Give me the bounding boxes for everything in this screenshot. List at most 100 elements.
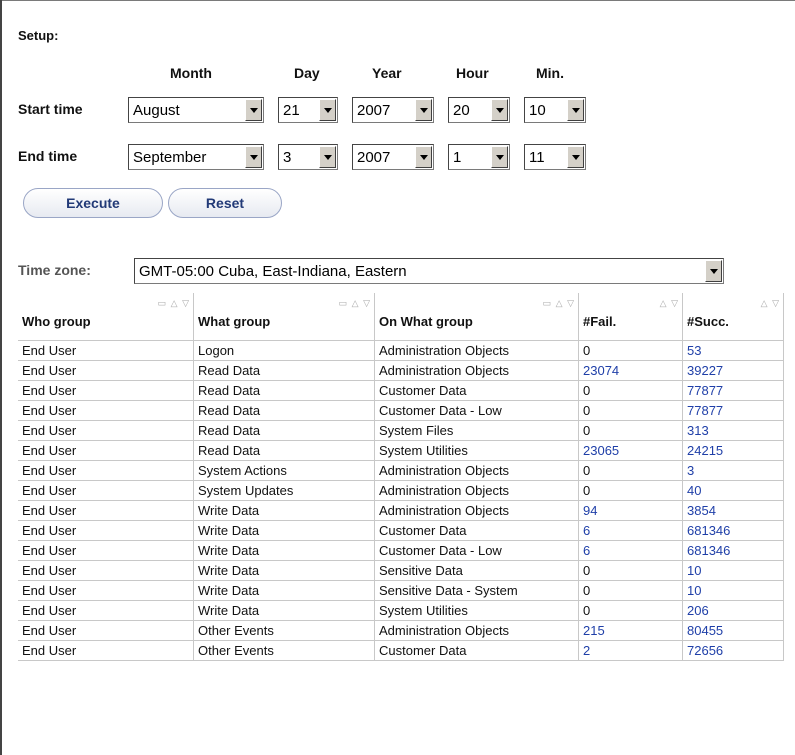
chevron-down-icon[interactable] <box>319 146 336 168</box>
fail-count-cell[interactable]: 2 <box>578 640 683 661</box>
end-min-select[interactable]: 11 <box>524 144 586 170</box>
chevron-down-icon[interactable] <box>319 99 336 121</box>
fail-count-cell: 0 <box>578 600 683 621</box>
succ-count-cell[interactable]: 77877 <box>682 400 784 421</box>
table-row: End User Write Data System Utilities 0 206 <box>18 600 784 621</box>
on-what-group-cell: Administration Objects <box>374 620 579 641</box>
hour-header: Hour <box>456 65 489 81</box>
table-row: End User Write Data Customer Data - Low 6 68… <box>18 540 784 561</box>
who-group-cell: End User <box>18 500 194 521</box>
on-what-group-cell: Customer Data <box>374 640 579 661</box>
end-min-value: 11 <box>529 149 545 166</box>
end-year-select[interactable]: 2007 <box>352 144 434 170</box>
succ-count-cell[interactable]: 39227 <box>682 360 784 381</box>
column-who-group[interactable]: Who group ▭ △ ▽ <box>18 293 194 341</box>
column-label: Who group <box>22 314 91 329</box>
fail-count-cell[interactable]: 94 <box>578 500 683 521</box>
start-hour-select[interactable]: 20 <box>448 97 510 123</box>
fail-count-cell: 0 <box>578 380 683 401</box>
succ-count-cell[interactable]: 681346 <box>682 520 784 541</box>
chevron-down-icon[interactable] <box>415 146 432 168</box>
column-what-group[interactable]: What group ▭ △ ▽ <box>193 293 375 341</box>
chevron-down-icon[interactable] <box>245 99 262 121</box>
fail-count-cell: 0 <box>578 420 683 441</box>
sort-icon[interactable]: △ ▽ <box>761 298 780 309</box>
who-group-cell: End User <box>18 540 194 561</box>
succ-count-cell[interactable]: 80455 <box>682 620 784 641</box>
fail-count-cell[interactable]: 23065 <box>578 440 683 461</box>
reset-button[interactable]: Reset <box>168 188 282 218</box>
sort-icon[interactable]: △ ▽ <box>660 298 679 309</box>
sort-icon[interactable]: ▭ △ ▽ <box>543 298 575 309</box>
who-group-cell: End User <box>18 560 194 581</box>
table-row: End User Other Events Customer Data 2 72656 <box>18 640 784 661</box>
end-hour-select[interactable]: 1 <box>448 144 510 170</box>
sort-icon[interactable]: ▭ △ ▽ <box>339 298 371 309</box>
succ-count-cell[interactable]: 3 <box>682 460 784 481</box>
sort-icon[interactable]: ▭ △ ▽ <box>158 298 190 309</box>
who-group-cell: End User <box>18 420 194 441</box>
on-what-group-cell: System Utilities <box>374 600 579 621</box>
end-month-select[interactable]: September <box>128 144 264 170</box>
fail-count-cell[interactable]: 6 <box>578 520 683 541</box>
window-left-border <box>0 0 2 755</box>
start-year-value: 2007 <box>357 102 391 119</box>
chevron-down-icon[interactable] <box>245 146 262 168</box>
succ-count-cell[interactable]: 681346 <box>682 540 784 561</box>
table-row: End User Read Data System Utilities 23065 24… <box>18 440 784 461</box>
succ-count-cell[interactable]: 206 <box>682 600 784 621</box>
table-row: End User Read Data Customer Data - Low 0 778… <box>18 400 784 421</box>
table-header-row: Who group ▭ △ ▽ What group ▭ △ ▽ On What… <box>18 293 784 341</box>
column-succ-count[interactable]: #Succ. △ ▽ <box>682 293 784 341</box>
who-group-cell: End User <box>18 380 194 401</box>
chevron-down-icon[interactable] <box>491 146 508 168</box>
chevron-down-icon[interactable] <box>567 146 584 168</box>
succ-count-cell[interactable]: 24215 <box>682 440 784 461</box>
succ-count-cell[interactable]: 313 <box>682 420 784 441</box>
start-year-select[interactable]: 2007 <box>352 97 434 123</box>
succ-count-cell[interactable]: 3854 <box>682 500 784 521</box>
fail-count-cell[interactable]: 6 <box>578 540 683 561</box>
fail-count-cell: 0 <box>578 400 683 421</box>
chevron-down-icon[interactable] <box>415 99 432 121</box>
column-fail-count[interactable]: #Fail. △ ▽ <box>578 293 683 341</box>
start-day-select[interactable]: 21 <box>278 97 338 123</box>
end-time-label: End time <box>18 148 78 164</box>
execute-button[interactable]: Execute <box>23 188 163 218</box>
start-month-value: August <box>133 102 180 119</box>
start-min-value: 10 <box>529 102 546 119</box>
end-year-value: 2007 <box>357 149 391 166</box>
on-what-group-cell: Administration Objects <box>374 340 579 361</box>
day-header: Day <box>294 65 320 81</box>
succ-count-cell[interactable]: 40 <box>682 480 784 501</box>
column-label: What group <box>198 314 271 329</box>
succ-count-cell[interactable]: 53 <box>682 340 784 361</box>
on-what-group-cell: Customer Data <box>374 380 579 401</box>
succ-count-cell[interactable]: 10 <box>682 580 784 601</box>
succ-count-cell[interactable]: 72656 <box>682 640 784 661</box>
what-group-cell: Write Data <box>193 560 375 581</box>
end-day-select[interactable]: 3 <box>278 144 338 170</box>
start-month-select[interactable]: August <box>128 97 264 123</box>
succ-count-cell[interactable]: 77877 <box>682 380 784 401</box>
chevron-down-icon[interactable] <box>567 99 584 121</box>
who-group-cell: End User <box>18 580 194 601</box>
what-group-cell: Read Data <box>193 440 375 461</box>
chevron-down-icon[interactable] <box>491 99 508 121</box>
chevron-down-icon[interactable] <box>705 260 722 282</box>
table-row: End User System Actions Administration Obj… <box>18 460 784 481</box>
who-group-cell: End User <box>18 460 194 481</box>
column-on-what-group[interactable]: On What group ▭ △ ▽ <box>374 293 579 341</box>
table-row: End User Read Data Customer Data 0 77877 <box>18 380 784 401</box>
column-label: On What group <box>379 314 473 329</box>
start-min-select[interactable]: 10 <box>524 97 586 123</box>
fail-count-cell[interactable]: 215 <box>578 620 683 641</box>
month-header: Month <box>170 65 212 81</box>
fail-count-cell[interactable]: 23074 <box>578 360 683 381</box>
succ-count-cell[interactable]: 10 <box>682 560 784 581</box>
what-group-cell: Read Data <box>193 400 375 421</box>
on-what-group-cell: Customer Data <box>374 520 579 541</box>
time-zone-select[interactable]: GMT-05:00 Cuba, East-Indiana, Eastern <box>134 258 724 284</box>
start-day-value: 21 <box>283 102 300 119</box>
who-group-cell: End User <box>18 600 194 621</box>
